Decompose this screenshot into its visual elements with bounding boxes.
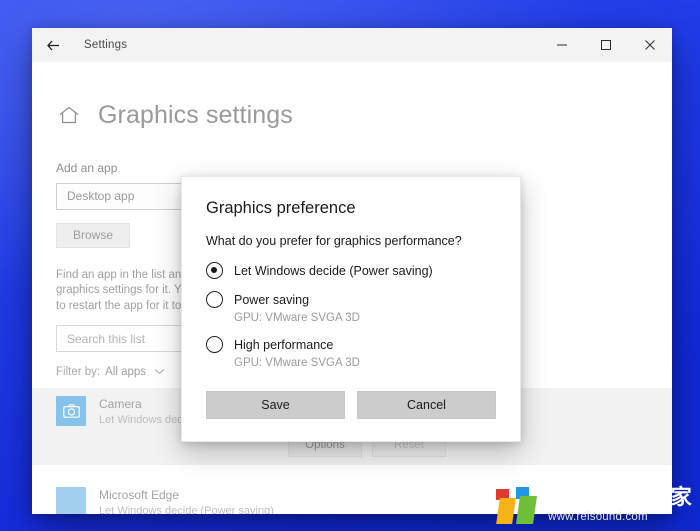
- save-button[interactable]: Save: [206, 391, 345, 419]
- edge-app-icon: [56, 487, 86, 514]
- cancel-button[interactable]: Cancel: [357, 391, 496, 419]
- close-button[interactable]: [628, 28, 672, 62]
- radio-option-high-performance[interactable]: High performance: [206, 336, 496, 353]
- radio-label: Let Windows decide (Power saving): [234, 263, 433, 278]
- page-header: Graphics settings: [32, 62, 672, 147]
- graphics-preference-dialog: Graphics preference What do you prefer f…: [181, 176, 521, 442]
- search-placeholder: Search this list: [67, 331, 146, 346]
- chevron-down-icon: [154, 366, 165, 378]
- radio-button-icon[interactable]: [206, 262, 223, 279]
- radio-label: Power saving: [234, 292, 310, 307]
- app-name: Microsoft Edge: [99, 487, 180, 502]
- watermark: win11系统之家 www.relsound.com: [496, 485, 692, 525]
- list-item-texts: Microsoft Edge Let Windows decide (Power…: [99, 488, 274, 515]
- camera-app-icon: [56, 396, 86, 426]
- radio-option-let-windows-decide[interactable]: Let Windows decide (Power saving): [206, 262, 496, 279]
- minimize-button[interactable]: [540, 28, 584, 62]
- watermark-text: win11系统之家 www.relsound.com: [548, 487, 692, 524]
- watermark-url: www.relsound.com: [548, 510, 648, 523]
- app-subtitle: Let Windows decide (Power saving): [99, 504, 274, 515]
- filter-value: All apps: [105, 366, 147, 378]
- settings-page-body: Graphics settings Add an app Desktop app…: [32, 62, 672, 514]
- browse-button-label: Browse: [72, 228, 113, 242]
- dialog-title: Graphics preference: [206, 199, 356, 217]
- dialog-question: What do you prefer for graphics performa…: [206, 234, 462, 248]
- cancel-button-label: Cancel: [407, 398, 446, 412]
- app-type-value: Desktop app: [67, 189, 135, 203]
- watermark-title: win11系统之家: [548, 485, 692, 509]
- home-icon[interactable]: [56, 102, 82, 128]
- radio-button-icon[interactable]: [206, 291, 223, 308]
- add-an-app-label: Add an app: [56, 160, 118, 175]
- back-arrow-icon[interactable]: [32, 28, 74, 62]
- save-button-label: Save: [261, 398, 290, 412]
- browse-button[interactable]: Browse: [56, 222, 130, 248]
- gpu-info: GPU: VMware SVGA 3D: [234, 357, 360, 369]
- page-title: Graphics settings: [98, 100, 293, 129]
- watermark-logo-icon: [496, 485, 540, 525]
- settings-window: Settings Graphics settings Add an app De…: [32, 28, 672, 514]
- maximize-button[interactable]: [584, 28, 628, 62]
- filter-label: Filter by:: [56, 366, 101, 378]
- radio-option-power-saving[interactable]: Power saving: [206, 291, 496, 308]
- radio-button-icon[interactable]: [206, 336, 223, 353]
- radio-label: High performance: [234, 337, 334, 352]
- window-title: Settings: [84, 39, 128, 51]
- gpu-info: GPU: VMware SVGA 3D: [234, 312, 360, 324]
- window-titlebar: Settings: [32, 28, 672, 62]
- dialog-actions: Save Cancel: [182, 391, 520, 441]
